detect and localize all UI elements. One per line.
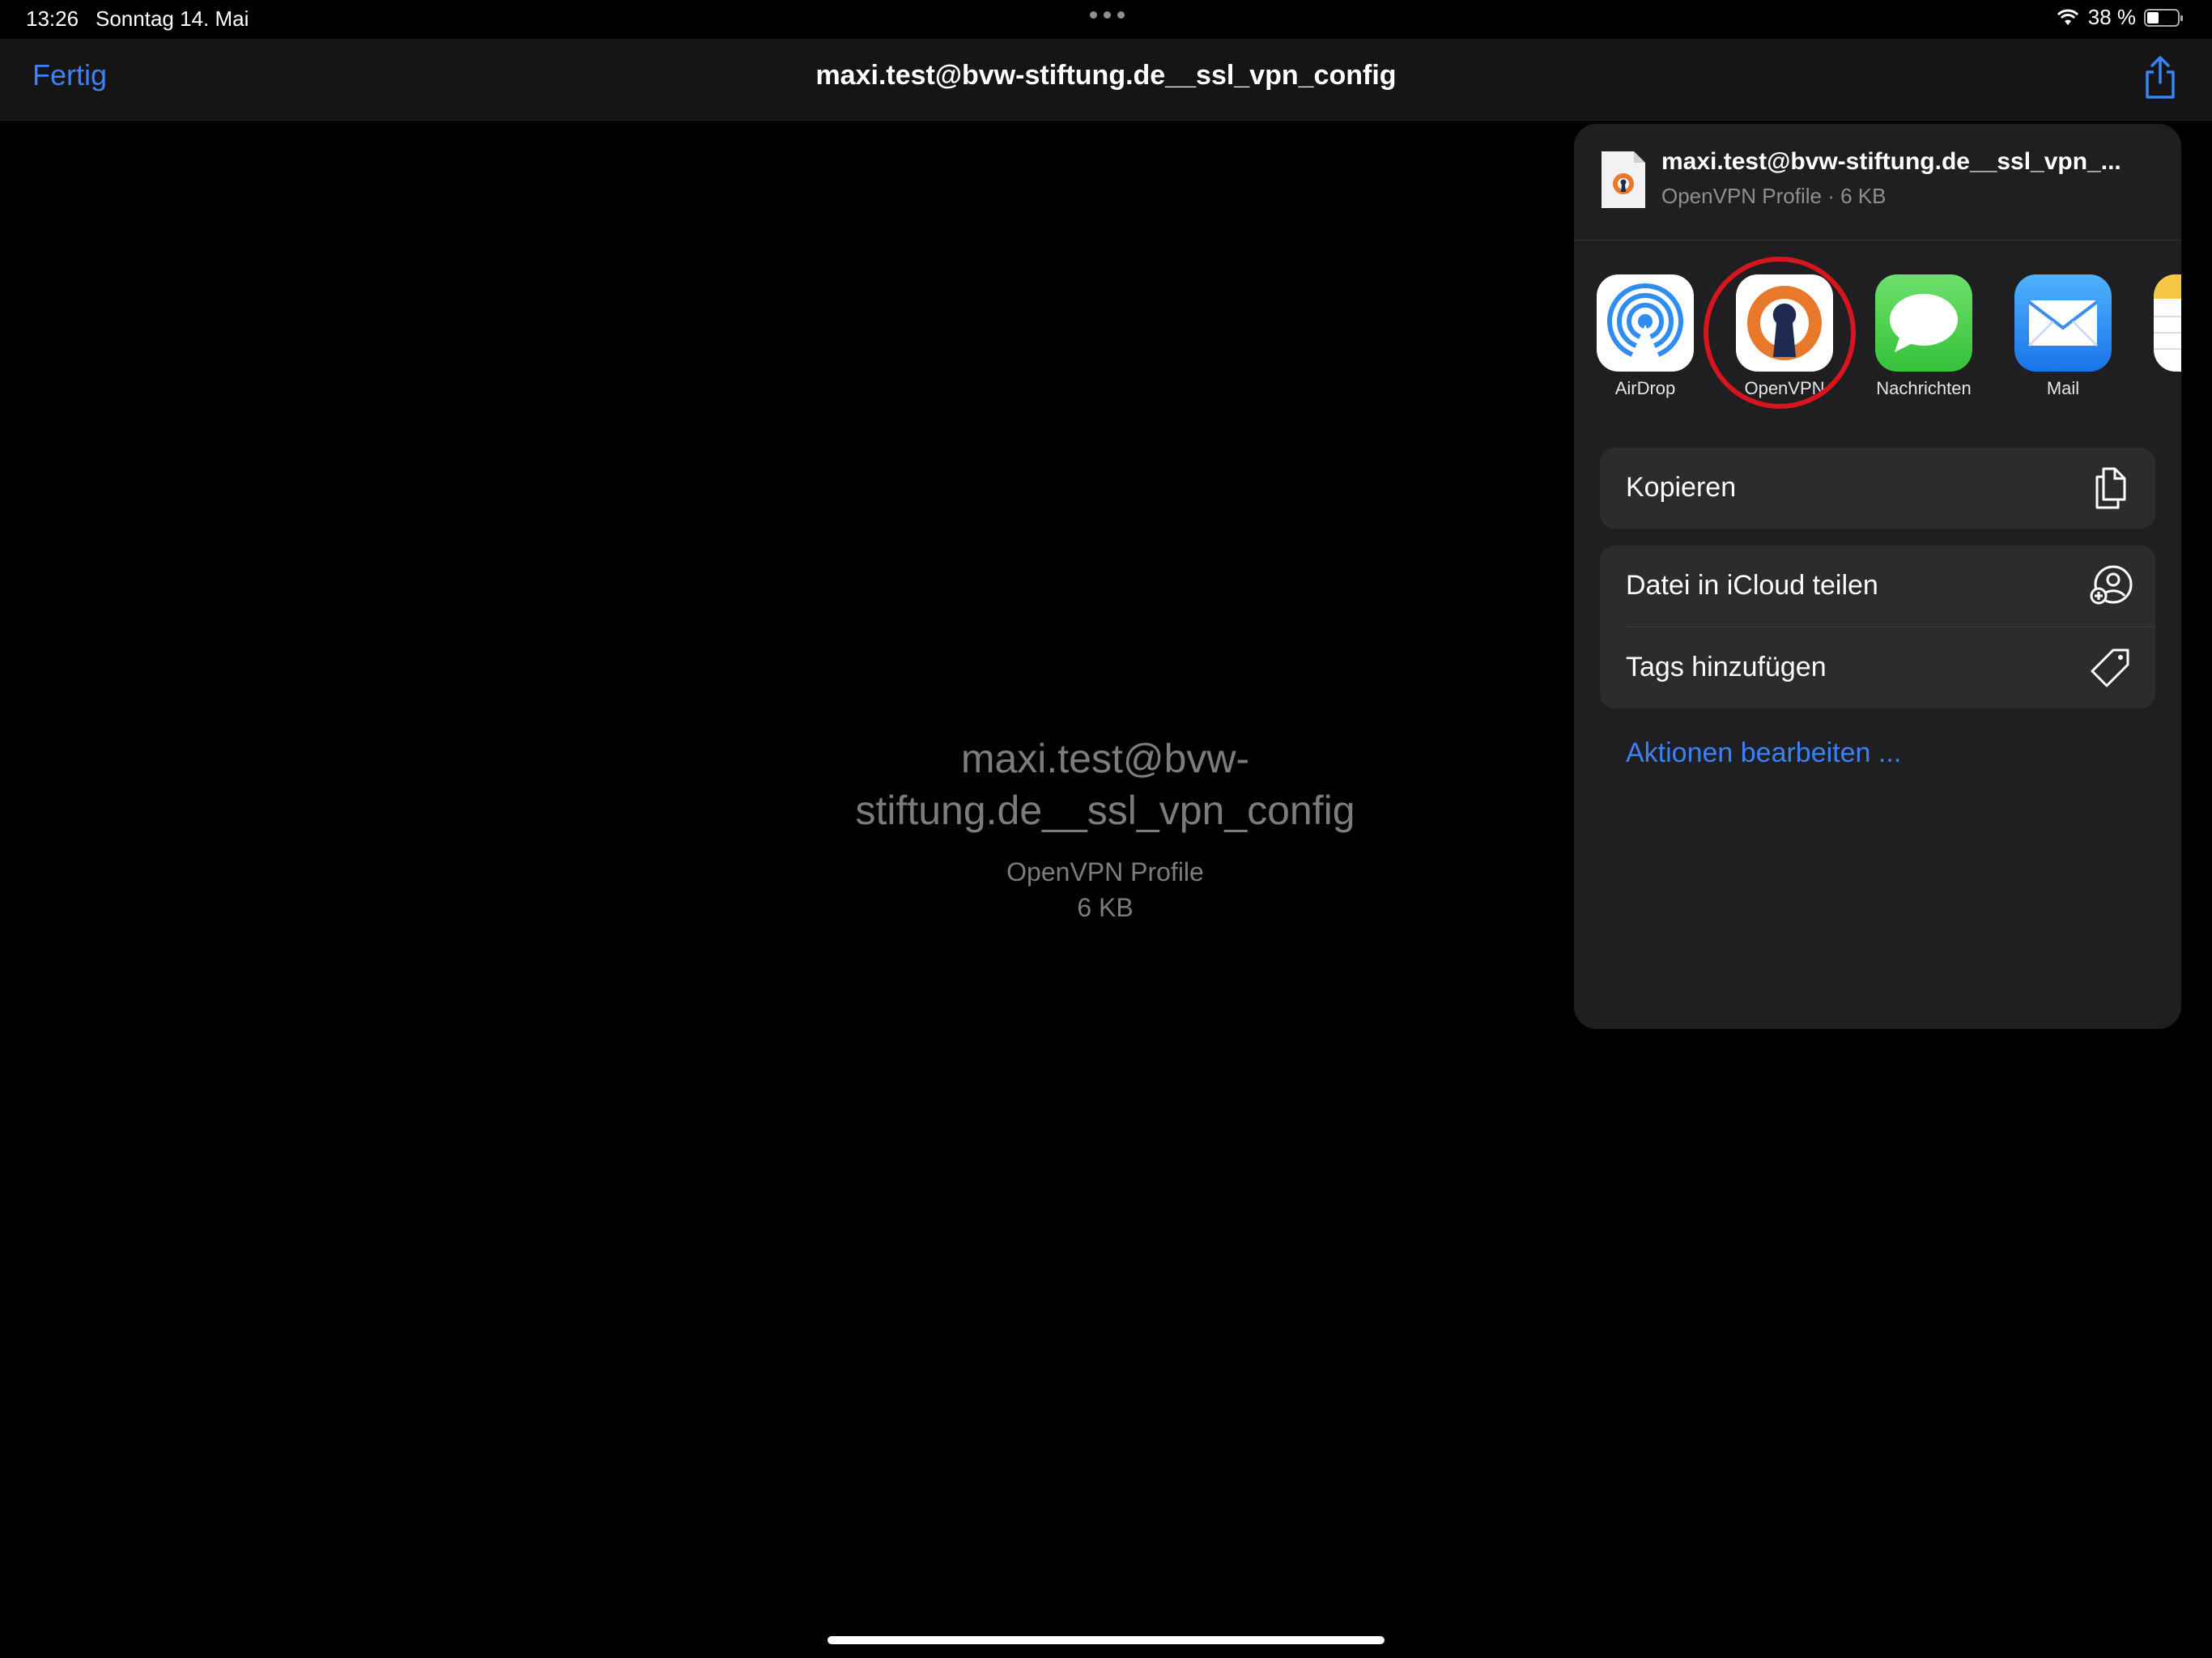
status-bar: 13:26 Sonntag 14. Mai 38 % xyxy=(0,0,2212,39)
action-copy[interactable]: Kopieren xyxy=(1600,448,2155,529)
icloud-share-icon xyxy=(2090,565,2133,605)
battery-percent: 38 % xyxy=(2087,5,2136,29)
app-airdrop[interactable]: AirDrop xyxy=(1589,274,1702,399)
navigation-bar: Fertig maxi.test@bvw-stiftung.de__ssl_vp… xyxy=(0,39,2212,121)
edit-actions-link[interactable]: Aktionen bearbeiten ... xyxy=(1626,738,1901,769)
preview-file-size: 6 KB xyxy=(1077,893,1134,922)
action-label: Kopieren xyxy=(1626,472,1737,503)
home-indicator[interactable] xyxy=(827,1636,1385,1644)
page-title: maxi.test@bvw-stiftung.de__ssl_vpn_confi… xyxy=(815,60,1397,91)
action-label: Tags hinzufügen xyxy=(1626,652,1827,682)
app-label: Nachrichten xyxy=(1876,378,1972,398)
action-group-file: Datei in iCloud teilen Tags hinzufügen xyxy=(1600,546,2155,708)
share-icon[interactable] xyxy=(2141,55,2180,100)
share-sheet-header: maxi.test@bvw-stiftung.de__ssl_vpn_... O… xyxy=(1574,124,2181,240)
copy-icon xyxy=(2095,467,2126,509)
share-sheet: maxi.test@bvw-stiftung.de__ssl_vpn_... O… xyxy=(1574,124,2181,1029)
multitasking-dots[interactable] xyxy=(1090,11,1125,19)
action-group-copy: Kopieren xyxy=(1600,448,2155,529)
app-label: N xyxy=(2146,378,2181,399)
mail-icon xyxy=(2014,274,2112,372)
status-date: Sonntag 14. Mai xyxy=(96,6,249,31)
wifi-icon xyxy=(2057,9,2078,25)
airdrop-icon xyxy=(1597,274,1694,372)
status-time: 13:26 xyxy=(26,6,79,31)
battery-icon xyxy=(2144,8,2183,27)
notes-icon xyxy=(2154,274,2181,372)
app-label: Mail xyxy=(2046,378,2080,398)
action-label: Datei in iCloud teilen xyxy=(1626,570,1878,601)
preview-file-type: OpenVPN Profile xyxy=(1006,857,1204,886)
messages-icon xyxy=(1875,274,1972,372)
preview-file-name: maxi.test@bvw-stiftung.de__ssl_vpn_confi… xyxy=(855,736,1355,833)
app-notes[interactable]: N xyxy=(2146,274,2181,399)
action-icloud-share[interactable]: Datei in iCloud teilen xyxy=(1600,546,2155,627)
app-label: AirDrop xyxy=(1614,378,1676,398)
file-preview: maxi.test@bvw-stiftung.de__ssl_vpn_confi… xyxy=(753,733,1457,925)
share-file-meta: OpenVPN Profile · 6 KB xyxy=(1661,184,1887,208)
action-add-tags[interactable]: Tags hinzufügen xyxy=(1600,627,2155,708)
openvpn-file-icon xyxy=(1602,151,1645,208)
share-file-name: maxi.test@bvw-stiftung.de__ssl_vpn_... xyxy=(1661,148,2121,175)
app-messages[interactable]: Nachrichten xyxy=(1867,274,1980,399)
highlight-circle xyxy=(1704,257,1856,409)
share-app-row: AirDrop OpenVPN Nachrichten Mail xyxy=(1574,257,2181,409)
app-mail[interactable]: Mail xyxy=(2006,274,2120,399)
status-indicators: 38 % xyxy=(2056,5,2183,30)
tag-icon xyxy=(2091,648,2129,687)
